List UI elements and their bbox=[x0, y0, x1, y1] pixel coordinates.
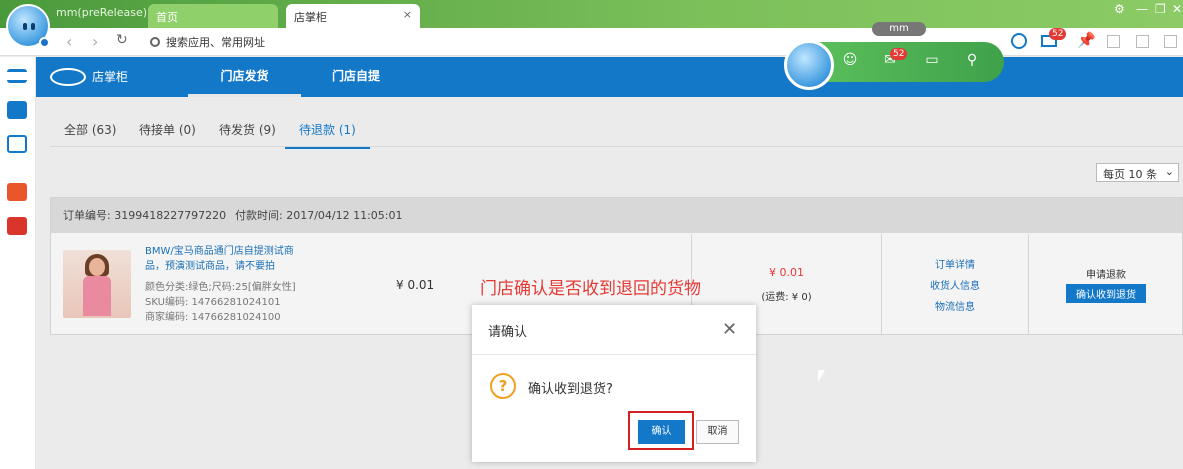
brand-logo-icon bbox=[50, 68, 86, 86]
nav-store-shipping[interactable]: 门店发货 bbox=[188, 57, 301, 97]
search-icon bbox=[150, 37, 160, 47]
product-spec: 颜色分类:绿色;尺码:25[偏胖女性] bbox=[145, 282, 296, 293]
clock-icon bbox=[39, 37, 50, 48]
total-price: ¥ 0.01 bbox=[769, 266, 804, 279]
app-title: mm(preRelease) bbox=[56, 6, 148, 19]
refresh-icon[interactable]: ↻ bbox=[116, 32, 128, 48]
left-sidebar bbox=[0, 57, 36, 469]
tab-home-label: 首页 bbox=[156, 11, 178, 24]
refund-status: 申请退款 bbox=[1086, 270, 1126, 281]
address-bar: ‹ › ↻ 搜索应用、常用网址 52 📌 bbox=[0, 28, 1183, 56]
card-icon[interactable]: ▭ bbox=[922, 52, 942, 70]
status-cell: 申请退款 确认收到退货 bbox=[1028, 234, 1183, 335]
product-sku: SKU编码: 14766281024101 bbox=[145, 297, 281, 308]
store-icon[interactable] bbox=[7, 183, 27, 201]
order-tabs: 全部 (63) 待接单 (0) 待发货 (9) 待退款 (1) bbox=[50, 117, 1183, 149]
product-name[interactable]: BMW/宝马商品通门店自提测试商品，预演测试商品，请不要拍 bbox=[145, 244, 305, 274]
mm-pill: mm bbox=[872, 22, 926, 36]
links-cell: 订单详情 收货人信息 物流信息 bbox=[881, 234, 1028, 335]
dialog-divider bbox=[472, 354, 756, 355]
back-icon[interactable]: ‹ bbox=[66, 32, 72, 51]
order-number: 订单编号: 3199418227797220 bbox=[63, 209, 227, 222]
dialog-title: 请确认 bbox=[488, 325, 528, 340]
chevron-down-icon: ⌄ bbox=[1164, 165, 1174, 178]
external-icon[interactable] bbox=[1107, 35, 1120, 48]
order-detail-link[interactable]: 订单详情 bbox=[882, 256, 1028, 271]
close-window-icon[interactable]: ✕ bbox=[1172, 2, 1182, 16]
face-icon[interactable]: ☺ bbox=[840, 52, 860, 70]
shipping-fee: (运费: ¥ 0) bbox=[761, 292, 812, 303]
per-page-select[interactable]: 每页 10 条 ⌄ bbox=[1096, 163, 1179, 182]
title-bar: mm(preRelease) 首页 店掌柜 × ⚙ — ❐ ✕ bbox=[0, 0, 1183, 28]
nav-store-pickup[interactable]: 门店自提 bbox=[306, 57, 406, 97]
tab-pending-refund[interactable]: 待退款 (1) bbox=[285, 121, 370, 149]
confirm-dialog: 请确认 ✕ ? 确认收到退货? 确认 取消 bbox=[472, 305, 756, 462]
float-search-icon[interactable]: ⚲ bbox=[962, 52, 982, 70]
order-header: 订单编号: 3199418227797220 付款时间: 2017/04/12 … bbox=[51, 198, 1182, 233]
top-nav: 店掌柜 门店发货 门店自提 bbox=[36, 57, 1183, 97]
tab-dianzhanggui[interactable]: 店掌柜 × bbox=[286, 4, 420, 28]
annotation-text: 门店确认是否收到退回的货物 bbox=[480, 279, 701, 299]
minimize-icon[interactable]: — bbox=[1136, 2, 1148, 16]
window-icon[interactable] bbox=[1136, 35, 1149, 48]
mm-logo-icon[interactable] bbox=[6, 4, 50, 48]
tab-dianzhanggui-label: 店掌柜 bbox=[294, 11, 327, 24]
maximize-icon[interactable]: ❐ bbox=[1155, 2, 1166, 16]
list-icon[interactable] bbox=[7, 69, 27, 83]
product-meta: 颜色分类:绿色;尺码:25[偏胖女性] SKU编码: 1476628102410… bbox=[145, 280, 296, 325]
highlight-box bbox=[628, 411, 694, 450]
per-page-label: 每页 10 条 bbox=[1103, 168, 1157, 181]
smiley-icon[interactable] bbox=[1011, 33, 1027, 49]
float-mail-badge: 52 bbox=[890, 48, 908, 60]
zhang-icon[interactable] bbox=[7, 217, 27, 235]
pay-time: 付款时间: 2017/04/12 11:05:01 bbox=[235, 209, 403, 222]
close-tab-icon[interactable]: × bbox=[403, 8, 412, 21]
brand-label: 店掌柜 bbox=[92, 70, 129, 84]
confirm-return-button[interactable]: 确认收到退货 bbox=[1066, 284, 1146, 303]
unit-price: ¥ 0.01 bbox=[396, 278, 435, 292]
receiver-info-link[interactable]: 收货人信息 bbox=[882, 277, 1028, 292]
layout-icon[interactable] bbox=[1164, 35, 1177, 48]
logistics-info-link[interactable]: 物流信息 bbox=[882, 298, 1028, 313]
float-mm-icon[interactable] bbox=[784, 40, 834, 90]
search-input[interactable]: 搜索应用、常用网址 bbox=[150, 34, 265, 50]
question-icon: ? bbox=[490, 373, 516, 399]
mail-badge: 52 bbox=[1049, 28, 1067, 40]
tab-all[interactable]: 全部 (63) bbox=[64, 121, 116, 138]
settings-icon[interactable]: ⚙ bbox=[1114, 2, 1125, 16]
bag-icon[interactable] bbox=[7, 101, 27, 119]
tab-pending-ship[interactable]: 待发货 (9) bbox=[219, 121, 276, 138]
news-icon[interactable] bbox=[7, 135, 27, 153]
mouse-cursor-icon bbox=[818, 370, 825, 382]
tab-home[interactable]: 首页 bbox=[148, 4, 278, 28]
search-text: 搜索应用、常用网址 bbox=[166, 36, 265, 49]
dialog-close-icon[interactable]: ✕ bbox=[722, 319, 737, 340]
forward-icon[interactable]: › bbox=[92, 32, 98, 51]
dialog-cancel-button[interactable]: 取消 bbox=[696, 420, 739, 444]
dialog-message: 确认收到退货? bbox=[528, 382, 613, 397]
pin-icon[interactable]: 📌 bbox=[1077, 31, 1096, 49]
tab-pending-accept[interactable]: 待接单 (0) bbox=[139, 121, 196, 138]
merchant-code: 商家编码: 14766281024100 bbox=[145, 312, 281, 323]
brand[interactable]: 店掌柜 bbox=[50, 68, 128, 86]
product-image[interactable] bbox=[63, 250, 131, 318]
